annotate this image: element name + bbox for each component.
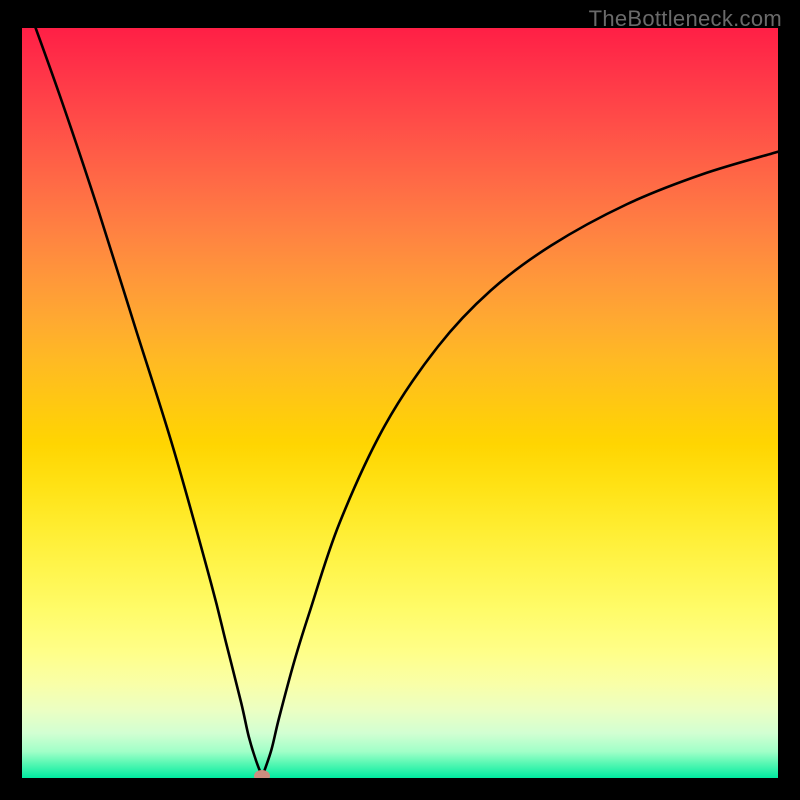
watermark-text: TheBottleneck.com [589,6,782,32]
plot-area [22,28,778,778]
chart-container: TheBottleneck.com [0,0,800,800]
bottleneck-curve [22,28,778,778]
optimum-marker [254,770,270,778]
